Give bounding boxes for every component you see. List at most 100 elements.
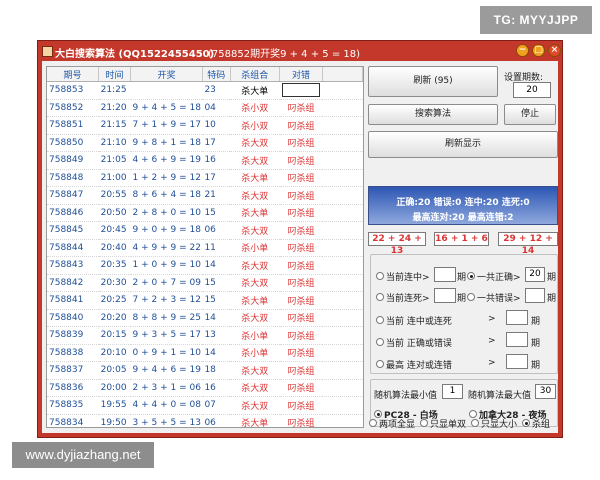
results-table[interactable]: 期号 时间 开奖 特码 杀组合 对错 758853 21:25 23 杀大单 75885… [46, 66, 364, 428]
table-row[interactable]: 758840 20:20 8 + 8 + 9 = 25 14 杀大双 叼杀组 [47, 309, 363, 327]
cell-draw: 9 + 0 + 9 = 18 [130, 221, 203, 240]
table-row[interactable]: 758835 19:55 4 + 4 + 0 = 08 07 杀大双 叼杀组 [47, 396, 363, 415]
cell-period: 758853 [47, 81, 99, 100]
cell-period: 758835 [47, 396, 99, 415]
minimize-icon[interactable]: − [516, 44, 529, 57]
cell-time: 20:25 [98, 291, 131, 310]
close-icon[interactable]: × [548, 44, 561, 57]
label-filter-single-double: 只显单双 [430, 420, 467, 430]
radio-total-correct[interactable] [467, 272, 475, 280]
cell-time: 20:20 [98, 309, 131, 327]
col-header-special[interactable]: 特码 [202, 67, 231, 82]
col-header-result[interactable]: 对错 [279, 67, 323, 82]
table-row[interactable]: 758852 21:20 9 + 4 + 5 = 18 04 杀小双 叼杀组 [47, 99, 363, 117]
periods-input[interactable]: 20 [513, 82, 551, 98]
cell-time: 20:45 [98, 221, 131, 240]
cell-result [279, 81, 323, 100]
radio-filter-single-double[interactable] [420, 419, 428, 427]
cell-special: 14 [202, 344, 231, 362]
cell-special: 06 [202, 221, 231, 240]
radio-current-win[interactable] [376, 272, 384, 280]
sum-box-3: 29 + 12 + 14 [498, 232, 558, 256]
label-filter-kill: 杀组 [532, 420, 551, 430]
table-row[interactable]: 758841 20:25 7 + 2 + 3 = 12 15 杀大单 叼杀组 [47, 291, 363, 310]
input-total-correct[interactable]: 20 [525, 267, 545, 282]
label-cur-win-or-loss: 当前 连中或连死 [386, 317, 452, 327]
table-row[interactable]: 758850 21:10 9 + 8 + 1 = 18 17 杀大双 叼杀组 [47, 134, 363, 152]
cell-period: 758849 [47, 151, 99, 170]
cell-kill-combo: 杀大双 [230, 134, 280, 152]
table-row[interactable]: 758848 21:00 1 + 2 + 9 = 12 17 杀大单 叼杀组 [47, 169, 363, 187]
table-row[interactable]: 758836 20:00 2 + 3 + 1 = 06 16 杀大双 叼杀组 [47, 379, 363, 397]
cell-draw: 4 + 6 + 9 = 19 [130, 151, 203, 170]
col-header-draw[interactable]: 开奖 [130, 67, 203, 82]
col-header-period[interactable]: 期号 [47, 67, 100, 82]
cell-special: 21 [202, 186, 231, 205]
radio-cur-win-or-loss[interactable] [376, 316, 384, 324]
table-row[interactable]: 758842 20:30 2 + 0 + 7 = 09 15 杀大双 叼杀组 [47, 274, 363, 292]
cell-empty [322, 379, 363, 397]
col-header-empty [322, 67, 363, 82]
search-algorithm-button[interactable]: 搜索算法 [368, 104, 498, 125]
rand-min-input[interactable]: 1 [442, 384, 463, 399]
title-bar[interactable]: 大白搜索算法 (QQ1522455450) (758852期开奖9 + 4 + … [38, 41, 562, 61]
cell-empty [322, 99, 363, 117]
refresh-display-button[interactable]: 刷新显示 [368, 131, 558, 158]
table-header-row: 期号 时间 开奖 特码 杀组合 对错 [47, 67, 363, 82]
input-total-wrong[interactable] [525, 288, 545, 303]
table-row[interactable]: 758844 20:40 4 + 9 + 9 = 22 11 杀小单 叼杀组 [47, 239, 363, 257]
table-row[interactable]: 758847 20:55 8 + 6 + 4 = 18 21 杀大双 叼杀组 [47, 186, 363, 205]
maximize-icon[interactable]: □ [532, 44, 545, 57]
gt-label: > [488, 358, 496, 368]
refresh-button[interactable]: 刷新 (95) [368, 66, 498, 97]
cell-empty [322, 186, 363, 205]
cell-special: 15 [202, 274, 231, 292]
col-header-kill-combo[interactable]: 杀组合 [230, 67, 281, 82]
cell-empty [322, 134, 363, 152]
current-result-cell[interactable] [281, 83, 320, 98]
cell-empty [322, 344, 363, 362]
cell-time: 20:05 [98, 361, 131, 380]
input-current-win[interactable] [434, 267, 456, 282]
cell-result: 叼杀组 [279, 396, 323, 415]
table-row[interactable]: 758851 21:15 7 + 1 + 9 = 17 10 杀小双 叼杀组 [47, 116, 363, 135]
sum-box-1: 22 + 24 + 13 [368, 232, 426, 256]
table-row[interactable]: 758849 21:05 4 + 6 + 9 = 19 16 杀大双 叼杀组 [47, 151, 363, 170]
cell-draw: 9 + 4 + 5 = 18 [130, 99, 203, 117]
stop-button[interactable]: 停止 [504, 104, 556, 125]
cell-draw: 2 + 0 + 7 = 09 [130, 274, 203, 292]
table-row[interactable]: 758846 20:50 2 + 8 + 0 = 10 15 杀大单 叼杀组 [47, 204, 363, 222]
results-grid: 期号 时间 开奖 特码 杀组合 对错 758853 21:25 23 杀大单 75885… [47, 67, 363, 427]
radio-filter-big-small[interactable] [471, 419, 479, 427]
rand-max-label: 随机算法最大值 [468, 391, 532, 401]
radio-filter-kill[interactable] [522, 419, 530, 427]
radio-total-wrong[interactable] [467, 293, 475, 301]
input-cur-win-or-loss[interactable] [506, 310, 528, 325]
radio-current-loss[interactable] [376, 293, 384, 301]
app-window: 大白搜索算法 (QQ1522455450) (758852期开奖9 + 4 + … [37, 40, 563, 438]
input-cur-correct-or-wrong[interactable] [506, 332, 528, 347]
cell-result: 叼杀组 [279, 344, 323, 362]
radio-filter-all[interactable] [369, 419, 377, 427]
table-row[interactable]: 758838 20:10 0 + 9 + 1 = 10 14 杀小单 叼杀组 [47, 344, 363, 362]
period-unit-label: 期 [547, 294, 557, 304]
col-header-time[interactable]: 时间 [98, 67, 131, 82]
table-row[interactable]: 758845 20:45 9 + 0 + 9 = 18 06 杀大双 叼杀组 [47, 221, 363, 240]
input-current-loss[interactable] [434, 288, 456, 303]
table-row[interactable]: 758853 21:25 23 杀大单 [47, 81, 363, 100]
cell-kill-combo: 杀小双 [230, 99, 280, 117]
table-row[interactable]: 758843 20:35 1 + 0 + 9 = 10 14 杀大双 叼杀组 [47, 256, 363, 275]
cell-kill-combo: 杀大双 [230, 396, 280, 415]
table-row[interactable]: 758837 20:05 9 + 4 + 6 = 19 18 杀大双 叼杀组 [47, 361, 363, 380]
cell-time: 20:00 [98, 379, 131, 397]
radio-max-correct-or-wrong[interactable] [376, 360, 384, 368]
table-row[interactable]: 758839 20:15 9 + 3 + 5 = 17 13 杀小单 叼杀组 [47, 326, 363, 345]
cell-kill-combo: 杀大双 [230, 361, 280, 380]
cell-time: 21:25 [98, 81, 131, 100]
rand-max-input[interactable]: 30 [535, 384, 556, 399]
cell-period: 758842 [47, 274, 99, 292]
cell-time: 20:55 [98, 186, 131, 205]
input-max-correct-or-wrong[interactable] [506, 354, 528, 369]
cell-time: 21:00 [98, 169, 131, 187]
radio-cur-correct-or-wrong[interactable] [376, 338, 384, 346]
